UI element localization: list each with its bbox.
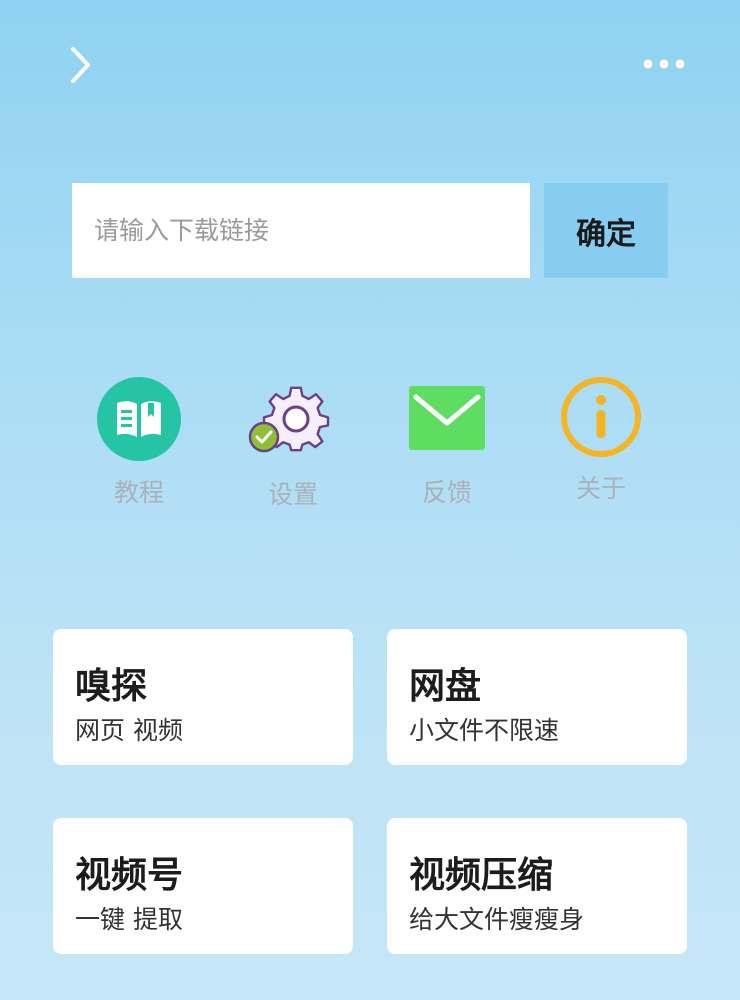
gear-icon [248, 386, 330, 453]
download-link-bar: 确定 [72, 183, 668, 278]
card-channels[interactable]: 视频号 一键 提取 [53, 818, 353, 954]
card-title: 视频号 [75, 855, 184, 896]
card-title: 嗅探 [75, 666, 148, 707]
card-subtitle: 网页 视频 [75, 716, 183, 745]
shortcut-feedback[interactable]: 反馈 [387, 385, 507, 525]
more-button[interactable] [636, 48, 692, 80]
back-button[interactable] [60, 42, 100, 88]
card-title: 视频压缩 [409, 855, 554, 896]
more-dots-icon [643, 59, 685, 69]
shortcut-label: 教程 [113, 478, 164, 507]
card-subtitle: 小文件不限速 [409, 716, 560, 745]
card-title: 网盘 [409, 666, 482, 707]
shortcut-about[interactable]: 关于 [541, 375, 661, 515]
card-subtitle: 一键 提取 [75, 905, 183, 934]
info-icon [561, 377, 641, 457]
chevron-right-icon [71, 47, 90, 83]
shortcut-tutorial[interactable]: 教程 [79, 375, 199, 515]
card-sniff[interactable]: 嗅探 网页 视频 [53, 629, 353, 765]
card-netdisk[interactable]: 网盘 小文件不限速 [387, 629, 687, 765]
card-subtitle: 给大文件瘦瘦身 [409, 905, 585, 934]
shortcut-label: 关于 [575, 474, 626, 503]
shortcut-label: 设置 [267, 480, 318, 509]
shortcut-settings[interactable]: 设置 [233, 381, 353, 521]
confirm-button[interactable]: 确定 [544, 183, 668, 278]
download-link-input[interactable] [72, 183, 530, 278]
mail-icon [409, 386, 485, 450]
top-bar [0, 0, 740, 130]
card-compress[interactable]: 视频压缩 给大文件瘦瘦身 [387, 818, 687, 954]
shortcut-label: 反馈 [421, 478, 472, 507]
book-icon [97, 377, 181, 461]
